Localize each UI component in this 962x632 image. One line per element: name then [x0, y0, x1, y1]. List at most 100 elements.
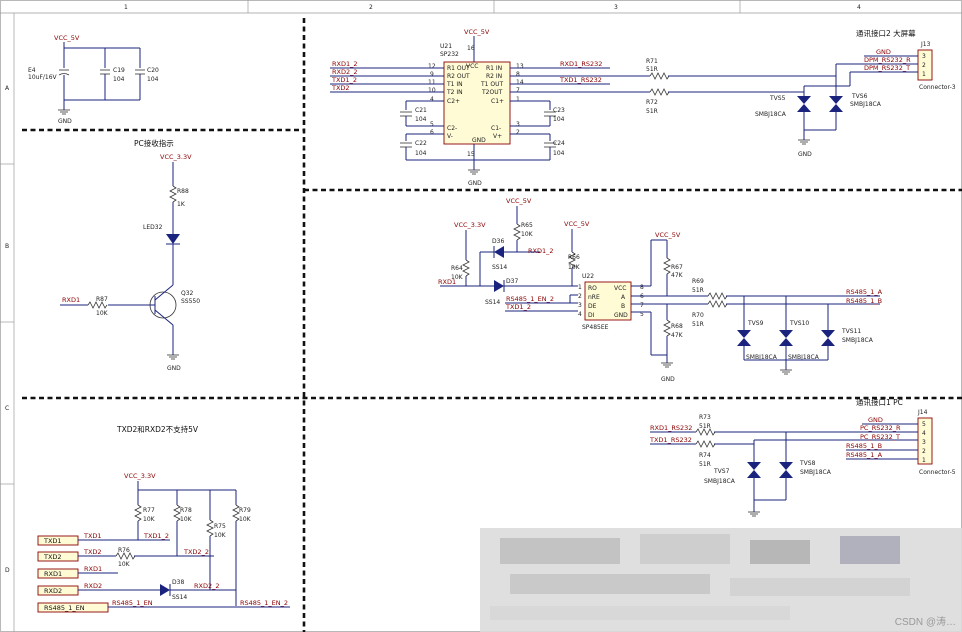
net-txd1-rs232: TXD1_RS232	[649, 436, 692, 444]
d36-val: SS14	[492, 264, 507, 271]
r77-ref: R77	[143, 507, 155, 514]
vcc5-net-label: VCC_5V	[464, 28, 490, 36]
frame-col-4: 4	[857, 4, 861, 11]
c20-val: 104	[147, 76, 159, 83]
wire-rs485-en: RS485_1_EN	[112, 599, 153, 607]
u22-pin-re: nRE	[588, 294, 600, 301]
u22-part: SP485EE	[582, 324, 609, 331]
pc-indicator-title: PC接收指示	[134, 138, 174, 148]
r67-val: 47K	[671, 272, 684, 279]
frame-row-a: A	[5, 85, 10, 92]
tvs8-val: SMBJ18CA	[800, 469, 832, 476]
frame-row-c: C	[5, 405, 9, 412]
gnd-label: GND	[58, 118, 72, 125]
tvs8-ref: TVS8	[799, 460, 816, 467]
u21-pin-t2out: T2OUT	[481, 89, 503, 96]
net-txd1-2: TXD1_2	[505, 303, 531, 311]
r77-val: 10K	[143, 516, 156, 523]
u22-ref: U22	[582, 273, 594, 280]
u21-pin-8: 8	[516, 71, 520, 78]
vcc33-net-label: VCC_3.3V	[454, 221, 486, 229]
u21-pin-t1in: T1 IN	[446, 81, 463, 88]
port1-net-gnd: GND	[868, 416, 883, 424]
vcc5b-net-label: VCC_5V	[564, 220, 590, 228]
r78-ref: R78	[180, 507, 192, 514]
u22-pin-1: 1	[578, 284, 582, 291]
wire-rxd2: RXD2	[84, 582, 102, 590]
port1-net-b: RS485_1_B	[846, 442, 882, 450]
watermark: CSDN @涛…	[894, 617, 956, 628]
led32-ref: LED32	[143, 224, 163, 231]
power-caps-section: VCC_5V E4 10uF/16V C19 104 C20 104 GND	[28, 34, 159, 125]
j13-part: Connector-3	[919, 84, 956, 91]
r79-ref: R79	[239, 507, 251, 514]
tvs7-val: SMBJ18CA	[704, 478, 736, 485]
d38-val: SS14	[172, 594, 187, 601]
c23-val: 104	[553, 116, 565, 123]
u22-pin-b: B	[621, 303, 625, 310]
net-txd2-2: TXD2_2	[183, 548, 209, 556]
r73-ref: R73	[699, 414, 711, 421]
redacted-region	[480, 528, 962, 632]
j14-pin-5: 5	[922, 421, 926, 428]
vcc33-net-label: VCC_3.3V	[160, 153, 192, 161]
d36-ref: D36	[492, 238, 504, 245]
u22-pin-3: 3	[578, 302, 582, 309]
net-rxd2-2: RXD2_2	[332, 68, 358, 76]
u21-pin-vplus: V+	[493, 133, 502, 140]
j14-part: Connector-5	[919, 469, 956, 476]
r71-val: 51R	[646, 66, 658, 73]
tvs6-val: SMBJ18CA	[850, 101, 882, 108]
gnd-label: GND	[468, 180, 482, 187]
e4-ref: E4	[28, 67, 36, 74]
r68-val: 47K	[671, 332, 684, 339]
r75-val: 10K	[214, 532, 227, 539]
u21-pin-9: 9	[430, 71, 434, 78]
net-rs485-en-2: RS485_1_EN_2	[506, 295, 554, 303]
u21-pin-14: 14	[516, 79, 524, 86]
wire-txd1: TXD1	[83, 532, 102, 540]
u21-pin-c2m: C2-	[447, 125, 457, 132]
r69-ref: R69	[692, 278, 704, 285]
r87-val: 10K	[96, 310, 109, 317]
r64-ref: R64	[451, 265, 463, 272]
u21-pin-7: 7	[516, 87, 520, 94]
vcc33-net-label: VCC_3.3V	[124, 472, 156, 480]
rs485-section: VCC_5V R65 10K VCC_3.3V R64 10K D36 SS14…	[438, 197, 883, 383]
u21-pin-1: 1	[516, 96, 520, 103]
r79-val: 10K	[239, 516, 252, 523]
port1-net-a: RS485_1_A	[846, 451, 883, 459]
j13-pin-2: 2	[922, 62, 926, 69]
u21-pin-t1out: T1 OUT	[480, 81, 504, 88]
net-rxd1-2: RXD1_2	[528, 247, 554, 255]
vcc5-net-label: VCC_5V	[54, 34, 80, 42]
c21-ref: C21	[415, 107, 427, 114]
port-rxd1-label: RXD1	[44, 570, 62, 578]
r74-val: 51R	[699, 461, 711, 468]
port2-net-r: DPM_RS232_R	[864, 56, 911, 64]
r73-val: 51R	[699, 423, 711, 430]
u22-pin-di: DI	[588, 312, 595, 319]
u21-pin-c1p: C1+	[491, 98, 504, 105]
u21-vcc-pin: 16	[467, 45, 475, 52]
port2-net-t: DPM_RS232_T	[864, 64, 910, 72]
tvs5-ref: TVS5	[769, 95, 786, 102]
u22-pin-8: 8	[640, 284, 644, 291]
c19-ref: C19	[113, 67, 125, 74]
j14-pin-3: 3	[922, 439, 926, 446]
e4-val: 10uF/16V	[28, 74, 58, 81]
r87-ref: R87	[96, 296, 108, 303]
u21-pin-2: 2	[516, 129, 520, 136]
c20-ref: C20	[147, 67, 159, 74]
frame-col-2: 2	[369, 4, 373, 11]
u21-pin-11: 11	[428, 79, 436, 86]
u21-pin-c1m: C1-	[491, 125, 501, 132]
port-txd1-label: TXD1	[43, 537, 62, 545]
u21-pin-vminus: V-	[447, 133, 453, 140]
net-rxd1-rs232: RXD1_RS232	[650, 424, 692, 432]
pc-indicator-section: PC接收指示 VCC_3.3V R88 1K LED32 Q32 SS550 R…	[60, 138, 200, 372]
r72-val: 51R	[646, 108, 658, 115]
u22-pin-gnd: GND	[614, 312, 628, 319]
port2-section: 通讯接口2 大屏幕 J13 3 2 1 Connector-3 GND DPM_…	[668, 28, 956, 158]
c24-val: 104	[553, 150, 565, 157]
